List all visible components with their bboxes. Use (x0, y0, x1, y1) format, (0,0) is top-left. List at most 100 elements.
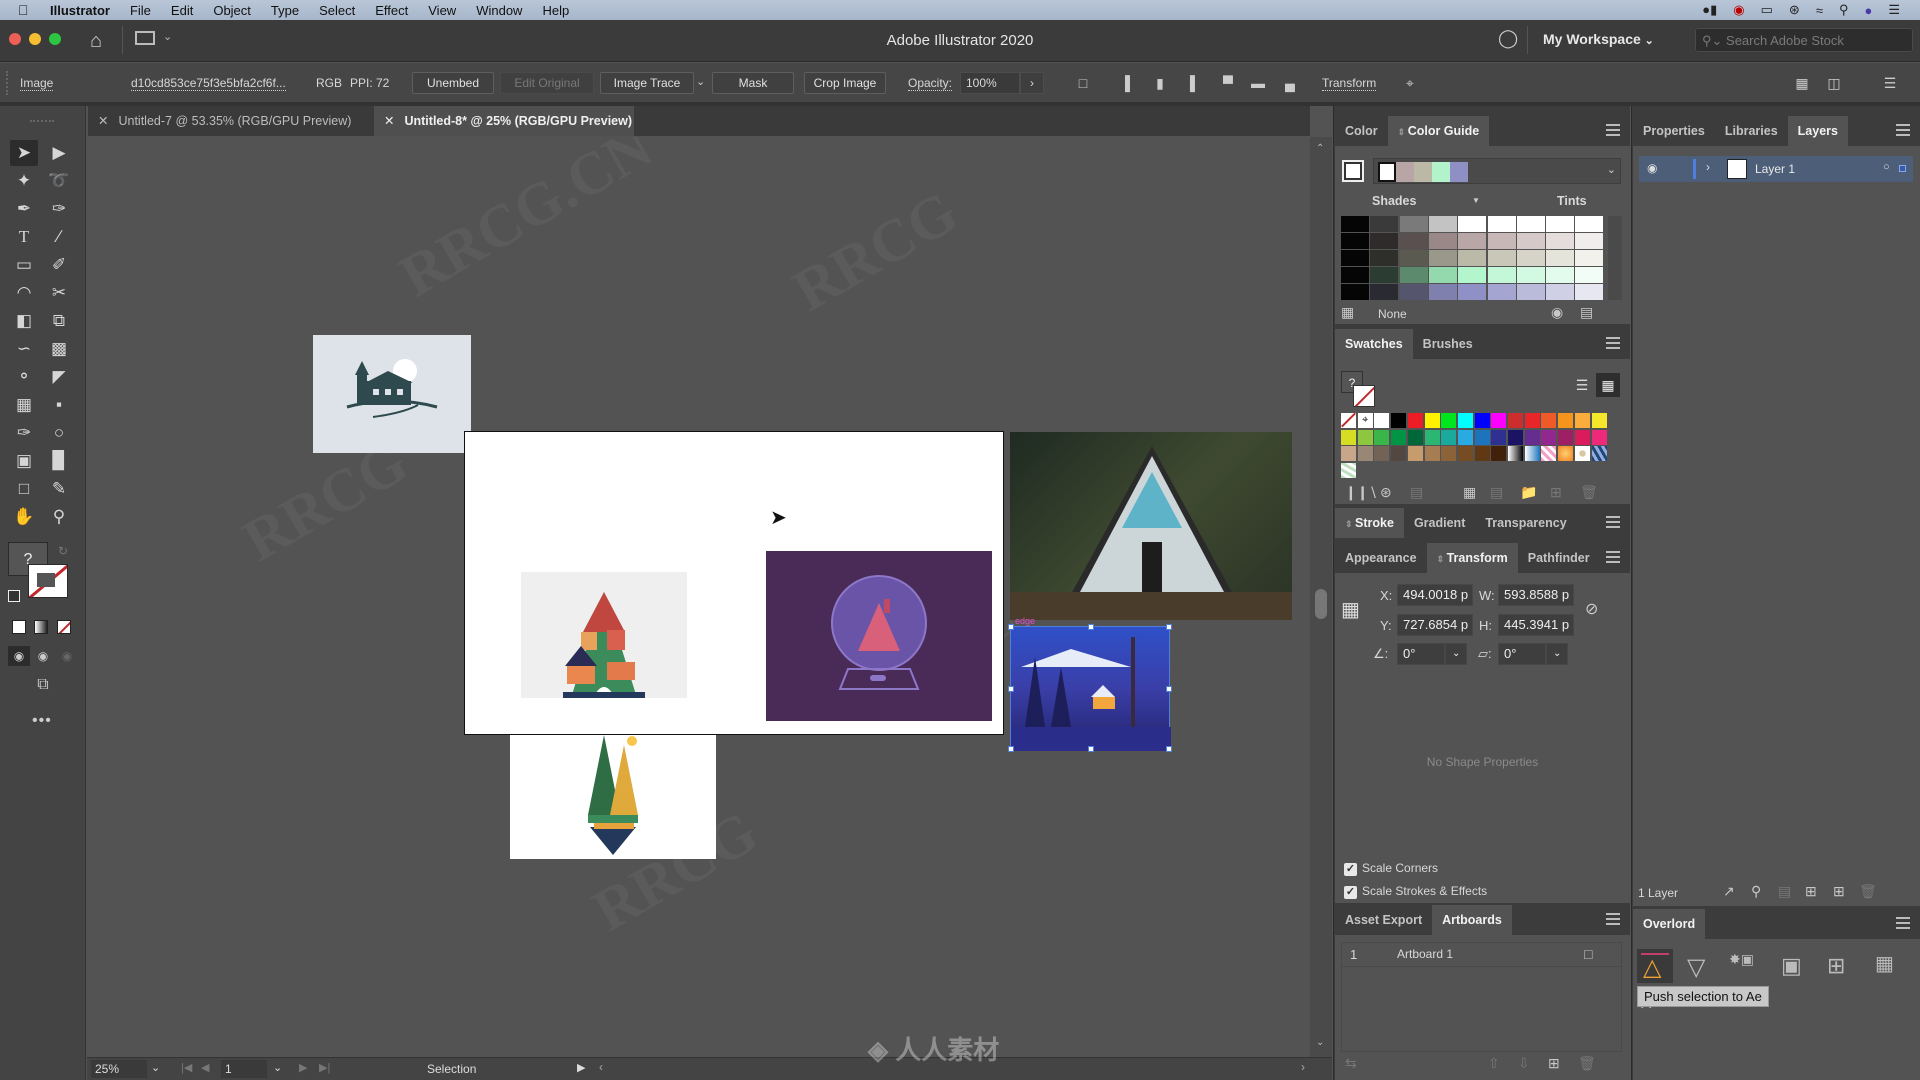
color-variation-swatch[interactable] (1399, 233, 1428, 249)
scale-corners-checkbox[interactable]: ✓ (1344, 863, 1357, 876)
swatch[interactable] (1541, 413, 1557, 428)
color-variation-swatch[interactable] (1487, 250, 1516, 266)
color-variation-swatch[interactable] (1458, 233, 1487, 249)
color-variation-swatch[interactable] (1487, 284, 1516, 300)
panel-menu-icon[interactable] (1896, 124, 1910, 136)
menu-app[interactable]: Illustrator (50, 3, 110, 18)
tab-artboards[interactable]: Artboards (1432, 905, 1512, 935)
harmony-color-chip[interactable] (1396, 162, 1414, 182)
color-variation-swatch[interactable] (1399, 284, 1428, 300)
none-mode-icon[interactable] (57, 620, 71, 634)
gradient-tool[interactable]: ▪ (45, 392, 73, 418)
color-variation-swatch[interactable] (1370, 216, 1399, 232)
color-variation-swatch[interactable] (1341, 284, 1369, 300)
swatch[interactable] (1574, 429, 1590, 445)
opacity-label[interactable]: Opacity: (908, 76, 953, 91)
swatch[interactable] (1474, 429, 1490, 445)
scissors-tool[interactable]: ✂ (45, 280, 73, 306)
screen-mode-icon[interactable]: ⧉ (30, 676, 56, 694)
harmony-color-chip[interactable] (1378, 162, 1396, 182)
layer-name[interactable]: Layer 1 (1755, 162, 1795, 176)
color-variation-swatch[interactable] (1546, 284, 1575, 300)
harmony-color-chip[interactable] (1432, 162, 1450, 182)
selection-handle[interactable] (1008, 624, 1014, 630)
color-variation-swatch[interactable] (1341, 267, 1369, 283)
paintbrush-tool[interactable]: ✐ (45, 252, 73, 278)
layer-row[interactable]: ◉ › Layer 1 ○ (1639, 156, 1913, 182)
selection-indicator[interactable] (1899, 165, 1906, 172)
y-position-input[interactable]: 727.6854 p (1397, 614, 1473, 636)
swatch[interactable] (1374, 429, 1390, 445)
menu-edit[interactable]: Edit (171, 3, 193, 18)
placed-image-snowglobe[interactable] (766, 551, 992, 721)
color-variation-swatch[interactable] (1516, 216, 1545, 232)
swatch[interactable] (1508, 429, 1523, 445)
artboard-name[interactable]: Artboard 1 (1397, 947, 1453, 961)
column-graph-tool[interactable]: ▉ (45, 448, 73, 474)
color-variation-swatch[interactable] (1399, 250, 1428, 266)
menu-view[interactable]: View (428, 3, 456, 18)
swatch[interactable] (1541, 446, 1557, 461)
edit-original-button[interactable]: Edit Original (500, 72, 594, 94)
adobe-stock-search[interactable]: ⚲⌄ Search Adobe Stock (1695, 28, 1913, 52)
stroke-swatch-none[interactable] (28, 564, 68, 598)
artboard-row[interactable]: 1 Artboard 1 □ (1342, 943, 1621, 967)
tab-appearance[interactable]: Appearance (1335, 543, 1427, 573)
image-trace-dropdown-icon[interactable]: ⌄ (696, 75, 705, 88)
lasso-tool[interactable]: ➰ (45, 168, 73, 194)
slice-tool[interactable]: ✎ (45, 476, 73, 502)
color-variation-swatch[interactable] (1458, 216, 1487, 232)
color-variation-swatch[interactable] (1428, 233, 1457, 249)
tab-pathfinder[interactable]: Pathfinder (1518, 543, 1600, 573)
tab-asset-export[interactable]: Asset Export (1335, 905, 1432, 935)
align-horizontal-center-icon[interactable]: ▮ (1152, 75, 1168, 91)
artboard-options-icon[interactable]: □ (1584, 946, 1592, 962)
tab-color-guide[interactable]: ⇕ Color Guide (1387, 116, 1490, 146)
color-variation-swatch[interactable] (1575, 267, 1604, 283)
color-variation-swatch[interactable] (1487, 233, 1516, 249)
bluetooth-icon[interactable]: ⊛ (1789, 2, 1800, 18)
artboard-align-icon[interactable]: □ (1075, 75, 1091, 91)
overlord-grid-icon[interactable]: ▦ (1875, 951, 1894, 976)
align-top-icon[interactable]: ▀ (1220, 75, 1236, 91)
warp-tool[interactable]: ∽ (10, 336, 38, 362)
color-variation-swatch[interactable] (1370, 233, 1399, 249)
image-trace-button[interactable]: Image Trace (600, 72, 694, 94)
panel-menu-icon[interactable] (1606, 124, 1620, 136)
tab-transform[interactable]: ⇕ Transform (1426, 543, 1518, 573)
new-swatch-icon[interactable]: ⊞ (1550, 484, 1562, 501)
color-variation-swatch[interactable] (1516, 233, 1545, 249)
control-bar-menu-icon[interactable]: ☰ (1882, 75, 1898, 91)
shape-builder-tool[interactable]: ⚬ (10, 364, 38, 390)
tab-untitled-7[interactable]: ✕ Untitled-7 @ 53.35% (RGB/GPU Preview) (88, 106, 372, 136)
artboard-dropdown-icon[interactable]: ⌄ (273, 1061, 282, 1074)
color-variation-swatch[interactable] (1370, 267, 1399, 283)
color-variation-swatch[interactable] (1575, 216, 1604, 232)
type-tool[interactable]: T (10, 224, 38, 250)
harmony-color-chip[interactable] (1450, 162, 1468, 182)
overlord-tools-icon[interactable]: ✸▣ (1729, 951, 1754, 968)
width-input[interactable]: 593.8588 p (1498, 584, 1574, 606)
swatch[interactable] (1574, 446, 1590, 461)
swatch[interactable] (1474, 413, 1490, 428)
swatch[interactable] (1558, 446, 1574, 461)
swatches-scrollbar[interactable] (1609, 413, 1623, 479)
swatch[interactable] (1591, 446, 1607, 461)
new-sublayer-icon[interactable]: ⊞ (1805, 883, 1817, 900)
placed-image-winter-cabin-selected[interactable]: edge (1008, 616, 1172, 752)
selection-handle[interactable] (1008, 746, 1014, 752)
rectangle-tool[interactable]: ▭ (10, 252, 38, 278)
swatch[interactable] (1441, 413, 1457, 428)
color-mode-icon[interactable] (12, 620, 26, 634)
selection-handle[interactable] (1166, 686, 1172, 692)
panel-menu-icon[interactable] (1606, 551, 1620, 563)
swatch[interactable] (1574, 413, 1590, 428)
scale-tool[interactable]: ⧉ (45, 308, 73, 334)
swatch[interactable] (1424, 413, 1440, 428)
color-variation-swatch[interactable] (1546, 267, 1575, 283)
swatch[interactable] (1524, 413, 1540, 428)
swatch[interactable] (1341, 446, 1356, 461)
swatch[interactable] (1524, 429, 1540, 445)
new-color-group-icon[interactable]: ▦ (1463, 484, 1476, 501)
tab-properties[interactable]: Properties (1633, 116, 1715, 146)
